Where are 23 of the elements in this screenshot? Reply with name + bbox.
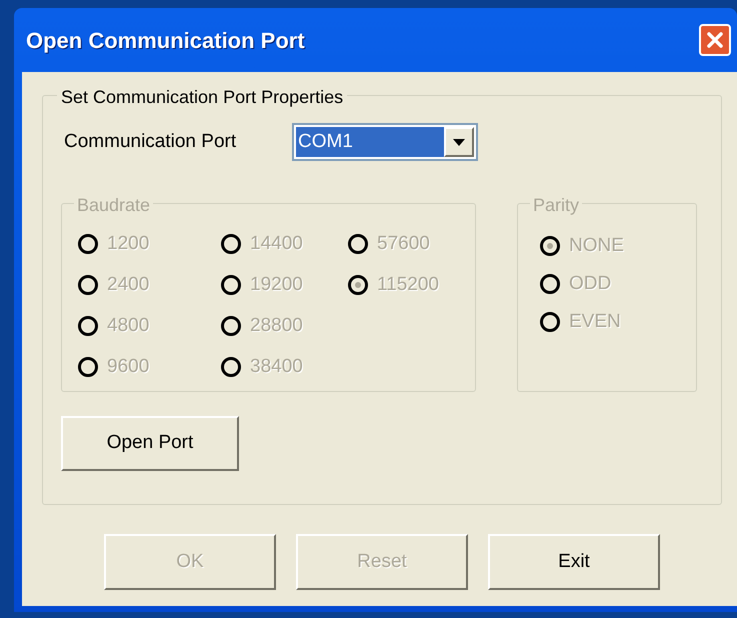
- close-icon: [706, 31, 724, 49]
- radio-label: 4800: [107, 314, 150, 338]
- radio-label: EVEN: [569, 310, 621, 334]
- open-port-button[interactable]: Open Port: [61, 416, 239, 471]
- dialog-button[interactable]: Exit: [488, 534, 660, 590]
- port-value: COM1: [296, 127, 444, 157]
- radio-label: 14400: [250, 232, 303, 256]
- close-button[interactable]: [699, 24, 731, 56]
- radio-label: 1200: [107, 232, 150, 256]
- caret-icon: [453, 138, 465, 146]
- dropdown-button[interactable]: [444, 127, 474, 157]
- radio-label: NONE: [569, 234, 624, 258]
- radio-label: ODD: [569, 272, 612, 296]
- port-label: Communication Port: [64, 130, 238, 154]
- window-title: Open Communication Port: [26, 26, 305, 55]
- radio-label: 2400: [107, 272, 150, 297]
- radio-label: 57600: [377, 232, 430, 256]
- port-dropdown[interactable]: COM1: [292, 123, 478, 161]
- radio-label: 9600: [107, 354, 150, 379]
- radio-label: 38400: [250, 354, 303, 379]
- radio-label: 19200: [250, 272, 303, 297]
- radio-label: 28800: [250, 314, 303, 338]
- radio-label: 115200: [377, 272, 439, 297]
